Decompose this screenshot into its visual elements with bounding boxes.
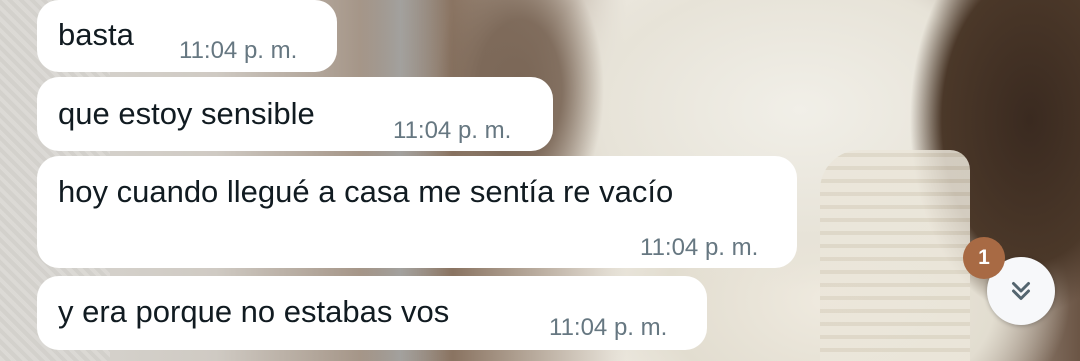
message-text: y era porque no estabas vos <box>58 294 450 329</box>
message-timestamp: 11:04 p. m. <box>393 117 512 144</box>
message-bubble[interactable]: y era porque no estabas vos 11:04 p. m. <box>37 276 707 350</box>
message-timestamp: 11:04 p. m. <box>640 234 759 261</box>
message-bubble[interactable]: que estoy sensible 11:04 p. m. <box>37 77 553 151</box>
message-bubble[interactable]: hoy cuando llegué a casa me sentía re va… <box>37 156 797 268</box>
message-bubble[interactable]: basta 11:04 p. m. <box>37 0 337 72</box>
message-text: hoy cuando llegué a casa me sentía re va… <box>58 174 674 209</box>
wallpaper-dress <box>820 150 970 361</box>
message-text: que estoy sensible <box>58 96 315 131</box>
message-timestamp: 11:04 p. m. <box>179 37 298 64</box>
message-text: basta <box>58 17 134 52</box>
double-chevron-down-icon <box>1012 282 1030 300</box>
unread-count-badge: 1 <box>963 237 1005 279</box>
message-timestamp: 11:04 p. m. <box>549 314 668 341</box>
